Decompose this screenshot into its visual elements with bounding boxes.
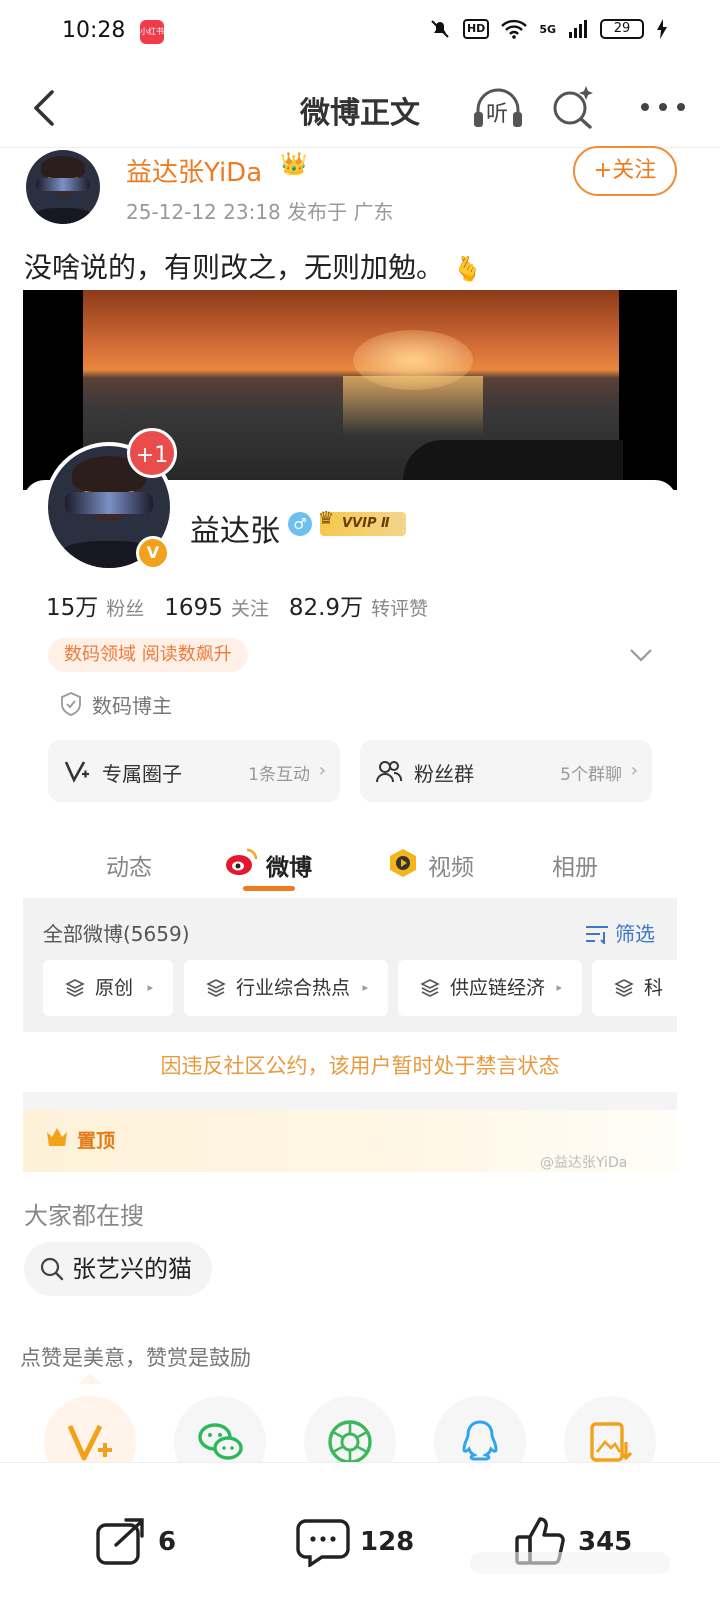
ban-notice: 因违反社区公约，该用户暂时处于禁言状态 (160, 1054, 560, 1078)
watermark: @益达张YiDa (540, 1155, 628, 1171)
share-repost-button[interactable]: 6 (94, 1517, 194, 1567)
caret-right-icon: ▸ (556, 981, 562, 994)
pinned-crown-icon (47, 1128, 67, 1146)
share-count: 6 (158, 1527, 177, 1557)
group-people-icon (376, 761, 402, 783)
post-body: 没啥说的，有则改之，无则加勉。 (24, 251, 445, 284)
xiaohongshu-app-icon: 小红书 (140, 20, 164, 44)
listen-button[interactable]: 听 (472, 86, 524, 130)
tab-weibo[interactable]: 微博 (266, 848, 312, 882)
reward-pointer (78, 1374, 102, 1384)
trending-search-heading: 大家都在搜 (24, 1202, 144, 1230)
crown-icon: 👑 (280, 152, 308, 177)
signal-label: 5G (539, 22, 556, 36)
listen-label: 听 (486, 102, 509, 127)
plus-one-badge: +1 (127, 428, 177, 478)
stat-fans[interactable]: 15万 粉丝 (46, 588, 144, 622)
save-image-icon (590, 1422, 633, 1462)
page-title: 微博正文 (300, 96, 420, 131)
vvip-crown-icon: ♛ (318, 508, 335, 529)
tab-video[interactable]: 视频 (428, 848, 474, 882)
bottom-action-bar: 6 128 345 (0, 1462, 720, 1612)
tab-feed[interactable]: 动态 (106, 848, 152, 882)
bottom-watermark (470, 1552, 670, 1574)
chevron-down-icon[interactable] (628, 646, 654, 664)
hand-emoji: 🫰 (452, 255, 483, 283)
author-name[interactable]: 益达张YiDa (126, 152, 262, 189)
filter-button[interactable]: 筛选 (585, 918, 655, 947)
reward-v-icon (67, 1424, 112, 1461)
filter-chip-original[interactable]: 原创 ▸ (43, 960, 173, 1016)
comment-bubble-icon (296, 1519, 350, 1567)
fans-group-button[interactable]: 粉丝群 5个群聊 › (360, 740, 652, 802)
filter-chip-hot-topics[interactable]: 行业综合热点 ▸ (184, 960, 388, 1016)
pinned-label: 置顶 (77, 1130, 116, 1152)
filter-chip-tech[interactable]: 科技 (592, 960, 677, 1016)
moments-aperture-icon (328, 1420, 372, 1464)
caret-right-icon: ▸ (362, 981, 368, 994)
weibo-logo-icon (226, 848, 258, 875)
layers-icon (65, 979, 85, 997)
trending-search-query: 张艺兴的猫 (72, 1255, 192, 1283)
profile-name: 益达张 (190, 514, 280, 549)
wifi-icon (501, 19, 528, 39)
status-icons: HD 5G 29 (429, 18, 668, 40)
mute-bell-icon (431, 20, 449, 38)
chevron-right-icon: › (318, 760, 326, 781)
follow-button[interactable]: +关注 (573, 146, 677, 196)
status-bar: 10:28 小红书 HD 5G 29 (0, 0, 720, 66)
share-arrow-icon (96, 1518, 144, 1565)
shield-check-icon (61, 692, 81, 716)
layers-icon (420, 979, 440, 997)
fans-group-count: 5个群聊 (560, 765, 622, 785)
hd-badge: HD (462, 19, 490, 39)
signal-bars-icon (569, 20, 587, 38)
fans-group-label: 粉丝群 (414, 762, 474, 786)
video-play-icon (390, 849, 416, 877)
reward-text: 点赞是美意，赞赏是鼓励 (20, 1346, 251, 1370)
ai-search-icon[interactable] (550, 84, 596, 130)
exclusive-circle-count: 1条互动 (248, 765, 310, 785)
exclusive-circle-label: 专属圈子 (102, 762, 182, 786)
active-tab-indicator (243, 886, 295, 891)
stat-interactions[interactable]: 82.9万 转评赞 (289, 588, 428, 622)
layers-icon (206, 979, 226, 997)
comment-button[interactable]: 128 (296, 1517, 426, 1567)
section-divider (23, 1092, 677, 1110)
author-avatar[interactable] (26, 150, 100, 224)
nav-bar: 微博正文 听 (0, 66, 720, 148)
qq-penguin-icon (462, 1420, 498, 1461)
trending-search-chip[interactable]: 张艺兴的猫 (24, 1242, 212, 1296)
blogger-category: 数码博主 (92, 694, 172, 718)
caret-right-icon: ▸ (147, 981, 153, 994)
battery-icon: 29 (600, 19, 644, 39)
tab-album[interactable]: 相册 (552, 848, 598, 882)
comment-count: 128 (360, 1527, 415, 1557)
search-icon (40, 1257, 64, 1281)
post-text: 没啥说的，有则改之，无则加勉。 🫰 (24, 246, 483, 286)
weibo-filter-panel: 全部微博(5659) 筛选 原创 ▸ 行业综合热点 ▸ 供应链经济 ▸ 科技 (23, 898, 677, 1032)
male-gender-icon: ♂ (288, 512, 312, 536)
circle-v-icon (64, 761, 89, 783)
verified-v-icon: V (136, 536, 170, 570)
layers-icon (614, 979, 634, 997)
wechat-icon (198, 1423, 243, 1460)
stat-following[interactable]: 1695 关注 (164, 594, 269, 621)
chevron-right-icon: › (630, 760, 638, 781)
status-time: 10:28 (62, 18, 126, 43)
filter-chip-supply-chain[interactable]: 供应链经济 ▸ (398, 960, 582, 1016)
charging-icon (657, 19, 667, 39)
exclusive-circle-button[interactable]: 专属圈子 1条互动 › (48, 740, 340, 802)
filter-lines-icon (585, 926, 608, 946)
profile-stats: 15万 粉丝 1695 关注 82.9万 转评赞 (46, 588, 428, 622)
filter-label: 筛选 (615, 922, 655, 946)
more-dots-icon[interactable] (640, 96, 686, 118)
post-meta: 25-12-12 23:18 发布于 广东 (126, 200, 394, 224)
domain-tag[interactable]: 数码领域 阅读数飙升 (48, 638, 248, 672)
all-weibo-count: 全部微博(5659) (43, 922, 190, 946)
